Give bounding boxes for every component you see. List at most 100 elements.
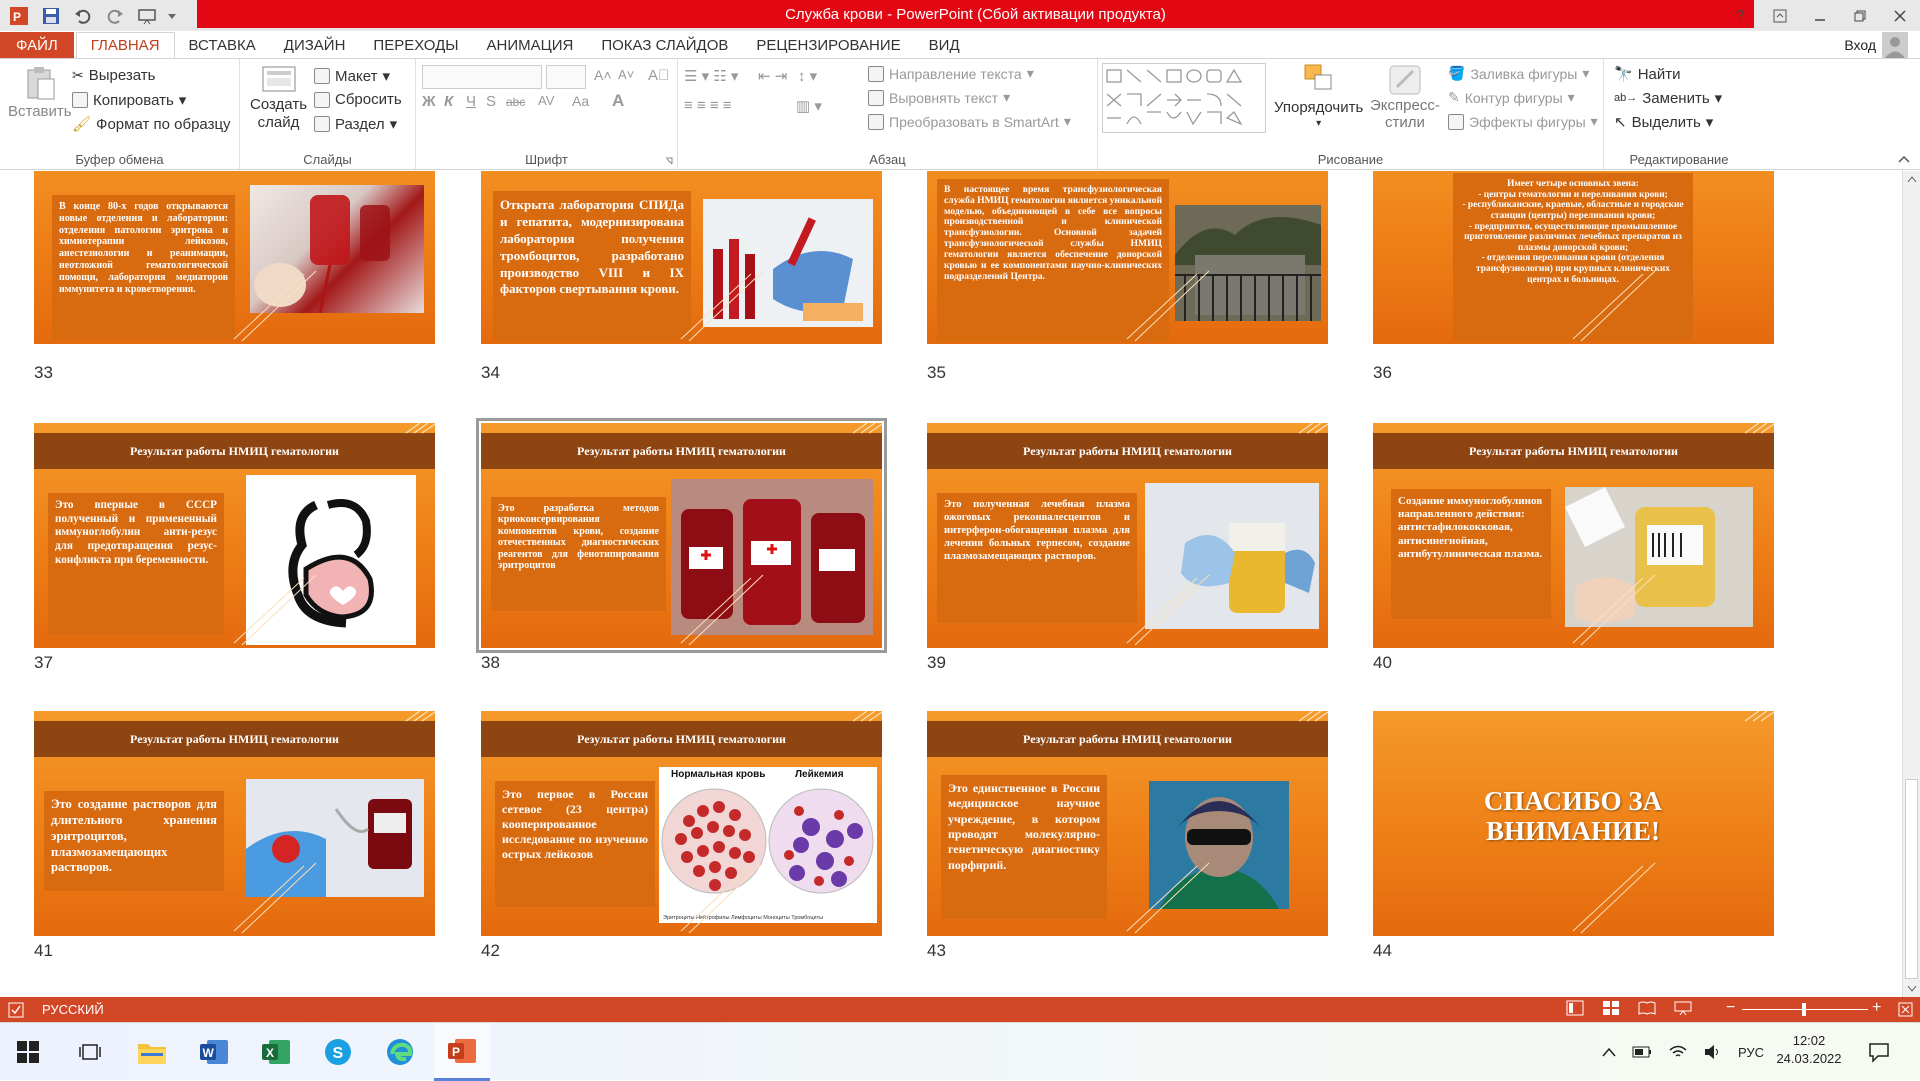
minimize-icon[interactable] xyxy=(1800,0,1840,31)
ribbon-display-icon[interactable] xyxy=(1760,0,1800,31)
slide-thumbnail[interactable]: СПАСИБО ЗА ВНИМАНИЕ! xyxy=(1373,711,1774,936)
taskbar-explorer[interactable] xyxy=(124,1023,180,1081)
close-icon[interactable] xyxy=(1880,0,1920,31)
align-icons[interactable]: ≡ ≡ ≡ ≡ xyxy=(684,97,732,114)
char-spacing-button[interactable]: AV xyxy=(538,93,554,108)
columns-icon[interactable]: ▥ ▾ xyxy=(796,97,822,115)
input-language[interactable]: РУС xyxy=(1738,1045,1764,1060)
scroll-thumb[interactable] xyxy=(1905,779,1918,979)
tab-design[interactable]: ДИЗАЙН xyxy=(270,32,360,58)
font-color-button[interactable]: A xyxy=(612,91,624,111)
start-button[interactable] xyxy=(0,1023,56,1081)
vertical-scrollbar[interactable] xyxy=(1902,171,1920,997)
tab-insert[interactable]: ВСТАВКА xyxy=(175,32,270,58)
shadow-button[interactable]: S xyxy=(486,93,496,110)
slide-thumbnail[interactable]: Результат работы НМИЦ гематологии Это со… xyxy=(34,711,435,936)
customize-qat-icon[interactable] xyxy=(166,3,178,29)
undo-icon[interactable] xyxy=(70,3,96,29)
slide-header: Результат работы НМИЦ гематологии xyxy=(34,721,435,757)
slide-text: Это полученная лечебная плазма ожоговых … xyxy=(937,493,1137,623)
zoom-out-button[interactable]: − xyxy=(1726,999,1735,1017)
slide-thumbnail[interactable]: Открыта лаборатория СПИДа и гепатита, мо… xyxy=(481,171,882,344)
clear-format-icon[interactable]: A⃠ xyxy=(648,67,669,84)
taskbar-word[interactable]: W xyxy=(186,1023,242,1081)
skype-icon: S xyxy=(325,1039,351,1065)
taskbar-powerpoint[interactable]: P xyxy=(434,1023,490,1081)
format-painter-button[interactable]: 🖌 Формат по образцу xyxy=(72,115,231,134)
tab-file[interactable]: ФАЙЛ xyxy=(0,32,74,58)
zoom-slider-thumb[interactable] xyxy=(1802,1003,1806,1016)
slide-number: 37 xyxy=(34,653,53,672)
bullets-icon[interactable]: ☰ ▾ ☷ ▾ xyxy=(684,67,738,85)
shape-outline-button[interactable]: ✎ Контур фигуры ▾ xyxy=(1448,89,1575,106)
replace-button[interactable]: ab→ Заменить ▾ xyxy=(1614,89,1722,108)
slide-thumbnail[interactable]: Результат работы НМИЦ гематологии Это вп… xyxy=(34,423,435,648)
tab-transitions[interactable]: ПЕРЕХОДЫ xyxy=(359,32,472,58)
svg-text:X: X xyxy=(266,1046,274,1060)
line-spacing-icon[interactable]: ↕ ▾ xyxy=(798,67,817,85)
quick-styles-button[interactable]: Экспресс- стили xyxy=(1370,63,1440,131)
powerpoint-app-icon[interactable]: P xyxy=(6,3,32,29)
shapes-gallery[interactable] xyxy=(1102,63,1266,133)
language-indicator[interactable]: РУССКИЙ xyxy=(42,1002,104,1017)
indent-icons[interactable]: ⇤ ⇥ xyxy=(758,67,787,85)
bold-button[interactable]: Ж xyxy=(422,93,436,110)
task-view-button[interactable] xyxy=(62,1023,118,1081)
italic-button[interactable]: К xyxy=(444,93,453,110)
layout-button[interactable]: Макет ▾ xyxy=(314,67,390,85)
effects-icon xyxy=(1448,113,1464,130)
font-name-combobox[interactable] xyxy=(422,65,542,89)
smartart-button[interactable]: Преобразовать в SmartArt ▾ xyxy=(868,113,1071,130)
save-icon[interactable] xyxy=(38,3,64,29)
reset-button[interactable]: Сбросить xyxy=(314,91,402,108)
scissors-icon: ✂ xyxy=(72,67,84,83)
slide-thumbnail-selected[interactable]: Результат работы НМИЦ гематологии Это ра… xyxy=(476,418,887,653)
redo-icon[interactable] xyxy=(102,3,128,29)
slide-thumbnail[interactable]: Результат работы НМИЦ гематологии Это ед… xyxy=(927,711,1328,936)
select-button[interactable]: ↖ Выделить ▾ xyxy=(1614,113,1713,132)
shape-fill-button[interactable]: 🪣 Заливка фигуры ▾ xyxy=(1448,65,1589,82)
slide-header: Результат работы НМИЦ гематологии xyxy=(927,433,1328,469)
underline-button[interactable]: Ч xyxy=(466,93,476,110)
taskbar-skype[interactable]: S xyxy=(310,1023,366,1081)
copy-button[interactable]: Копировать ▾ xyxy=(72,91,186,109)
slide-thumbnail[interactable]: В настоящее время трансфузиологическая с… xyxy=(927,171,1328,344)
shape-effects-button[interactable]: Эффекты фигуры ▾ xyxy=(1448,113,1598,130)
section-button[interactable]: Раздел ▾ xyxy=(314,115,397,133)
account-area[interactable]: Вход xyxy=(1844,31,1908,58)
paste-button[interactable]: Вставить xyxy=(8,65,72,120)
login-link[interactable]: Вход xyxy=(1844,37,1876,53)
shrink-font-icon[interactable]: A˅ xyxy=(618,67,634,82)
help-button[interactable]: ? xyxy=(1720,0,1760,31)
slide-thumbnail[interactable]: Имеет четыре основных звена: - центры ге… xyxy=(1373,171,1774,344)
slide-thumbnail[interactable]: Результат работы НМИЦ гематологии Это пе… xyxy=(481,711,882,936)
window-title: Служба крови - PowerPoint (Сбой активаци… xyxy=(197,0,1754,28)
tab-slideshow[interactable]: ПОКАЗ СЛАЙДОВ xyxy=(587,32,742,58)
taskbar-excel[interactable]: X xyxy=(248,1023,304,1081)
new-slide-button[interactable]: Создать слайд xyxy=(250,65,307,131)
restore-icon[interactable] xyxy=(1840,0,1880,31)
strikethrough-button[interactable]: abc xyxy=(506,95,525,109)
slideshow-icon[interactable] xyxy=(134,3,160,29)
svg-text:P: P xyxy=(452,1045,460,1059)
find-button[interactable]: 🔭 Найти xyxy=(1614,65,1681,84)
cut-button[interactable]: ✂ Вырезать xyxy=(72,67,155,84)
font-size-combobox[interactable] xyxy=(546,65,586,89)
grow-font-icon[interactable]: A˄ xyxy=(594,67,612,83)
tab-view[interactable]: ВИД xyxy=(915,32,974,58)
tab-review[interactable]: РЕЦЕНЗИРОВАНИЕ xyxy=(742,32,914,58)
quick-styles-icon xyxy=(1389,65,1421,95)
slide-thumbnail[interactable]: Результат работы НМИЦ гематологии Создан… xyxy=(1373,423,1774,648)
taskbar-edge[interactable] xyxy=(372,1023,428,1081)
arrange-button[interactable]: Упорядочить ▾ xyxy=(1274,63,1363,129)
zoom-in-button[interactable]: + xyxy=(1872,999,1881,1017)
tab-animations[interactable]: АНИМАЦИЯ xyxy=(473,32,588,58)
text-direction-button[interactable]: Направление текста ▾ xyxy=(868,65,1034,82)
slide-thumbnail[interactable]: В конце 80-х годов открываются новые отд… xyxy=(34,171,435,344)
align-text-button[interactable]: Выровнять текст ▾ xyxy=(868,89,1010,106)
slide-thumbnail[interactable]: Результат работы НМИЦ гематологии Это по… xyxy=(927,423,1328,648)
clock[interactable]: 12:02 24.03.2022 xyxy=(1774,1032,1844,1067)
change-case-button[interactable]: Aa xyxy=(572,93,589,109)
tab-home[interactable]: ГЛАВНАЯ xyxy=(75,32,175,58)
slide-image-pregnant-silhouette xyxy=(246,475,416,645)
